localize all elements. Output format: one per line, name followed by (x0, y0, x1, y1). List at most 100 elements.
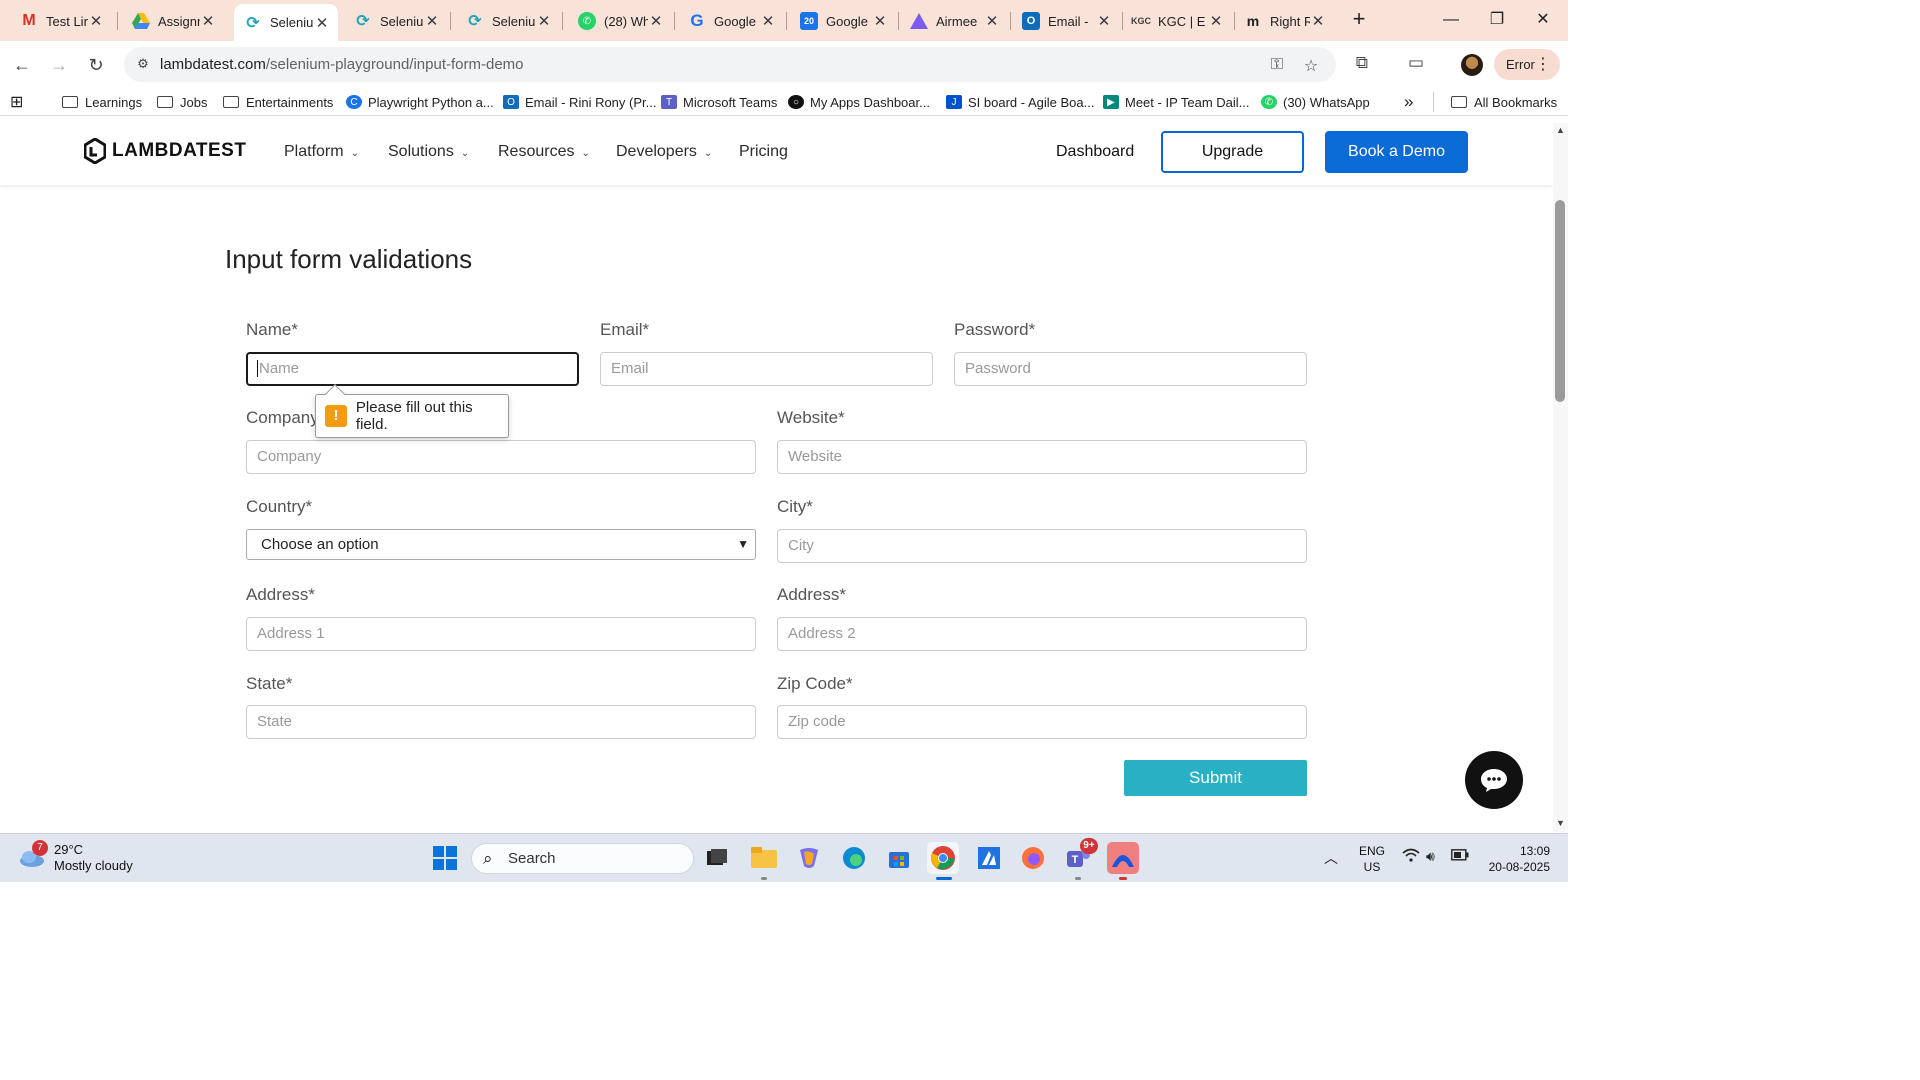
battery-icon[interactable] (1451, 848, 1469, 864)
tray-chevron-up-icon[interactable]: ︿ (1324, 848, 1338, 868)
browser-tab[interactable]: ✆ (28) Wh ✕ (562, 4, 672, 38)
restore-icon[interactable]: ❐ (1474, 6, 1520, 34)
browser-tab[interactable]: KGC KGC | E ✕ (1122, 4, 1232, 38)
scrollbar-thumb[interactable] (1555, 200, 1565, 402)
browser-tab[interactable]: O Email - ✕ (1010, 4, 1120, 38)
browser-tab[interactable]: ⟳ Seleniu ✕ (450, 4, 560, 38)
bookmark-folder-learnings[interactable]: Learnings (62, 92, 142, 112)
close-icon[interactable]: ✕ (1310, 12, 1326, 30)
taskbar-search[interactable]: ⌕ Search (471, 843, 694, 874)
azure-data-studio-icon[interactable] (973, 842, 1005, 874)
nav-pricing[interactable]: Pricing (739, 143, 788, 161)
nav-developers[interactable]: Developers ⌄ (616, 143, 712, 161)
wifi-icon[interactable] (1402, 848, 1420, 865)
language-indicator[interactable]: ENG US (1358, 843, 1386, 875)
nav-solutions[interactable]: Solutions ⌄ (388, 143, 469, 161)
browser-tab[interactable]: G Google ✕ (674, 4, 784, 38)
url-text[interactable]: lambdatest.com/selenium-playground/input… (160, 56, 524, 73)
browser-tab[interactable]: m Right R ✕ (1234, 4, 1334, 38)
address-bar[interactable]: ⚙ lambdatest.com/selenium-playground/inp… (124, 47, 1336, 82)
bookmark-email[interactable]: O Email - Rini Rony (Pr... (503, 92, 656, 112)
all-bookmarks-button[interactable]: All Bookmarks (1451, 92, 1557, 112)
browser-tab[interactable]: ⟳ Seleniu ✕ (338, 4, 448, 38)
browser-tab-active[interactable]: ⟳ Seleniu ✕ (234, 4, 338, 41)
bookmark-folder-entertainments[interactable]: Entertainments (223, 92, 333, 112)
website-input[interactable]: Website (777, 440, 1307, 474)
password-input[interactable]: Password (954, 352, 1307, 386)
avatar[interactable] (1461, 54, 1483, 76)
volume-icon[interactable]: 🔊︎ (1426, 848, 1435, 865)
chat-icon[interactable] (1465, 751, 1523, 809)
profile-error-label: Error (1506, 57, 1535, 72)
forward-arrow-icon[interactable]: → (45, 51, 73, 79)
bookmark-playwright[interactable]: C Playwright Python a... (346, 92, 494, 112)
extensions-puzzle-icon[interactable]: ⧉ (1350, 53, 1374, 77)
zip-label: Zip Code* (777, 674, 853, 693)
bookmark-whatsapp[interactable]: ✆ (30) WhatsApp (1261, 92, 1370, 112)
close-icon[interactable]: ✕ (424, 12, 440, 30)
scroll-down-arrow-icon[interactable]: ▼ (1554, 818, 1567, 828)
apps-grid-icon[interactable]: ⊞ (10, 92, 23, 112)
back-arrow-icon[interactable]: ← (8, 51, 36, 79)
bookmarks-overflow-chevron-icon[interactable]: » (1404, 92, 1413, 112)
state-input[interactable]: State (246, 705, 756, 739)
nav-platform[interactable]: Platform ⌄ (284, 143, 359, 161)
close-icon[interactable]: ✕ (314, 14, 330, 32)
close-icon[interactable]: ✕ (872, 12, 888, 30)
close-icon[interactable]: ✕ (88, 12, 104, 30)
close-icon[interactable]: ✕ (1096, 12, 1112, 30)
address2-input[interactable]: Address 2 (777, 617, 1307, 651)
chrome-icon[interactable] (927, 842, 959, 874)
windows-start-icon[interactable] (429, 842, 461, 874)
firefox-icon[interactable] (1017, 842, 1049, 874)
password-key-icon[interactable]: ⚿ (1266, 56, 1288, 74)
close-icon[interactable]: ✕ (984, 12, 1000, 30)
country-select[interactable]: Choose an option ▼ (246, 529, 756, 560)
bookmark-star-icon[interactable]: ☆ (1300, 56, 1322, 75)
submit-button[interactable]: Submit (1124, 760, 1307, 796)
browser-tab[interactable]: 20 Google ✕ (786, 4, 896, 38)
bookmark-teams[interactable]: T Microsoft Teams (661, 92, 777, 112)
tab-search-icon[interactable]: ▭ (1404, 53, 1428, 77)
vpn-app-icon[interactable] (1107, 842, 1139, 874)
reload-icon[interactable]: ↻ (82, 51, 110, 79)
email-input[interactable]: Email (600, 352, 933, 386)
dashboard-link[interactable]: Dashboard (1056, 143, 1134, 161)
address1-input[interactable]: Address 1 (246, 617, 756, 651)
nav-resources[interactable]: Resources ⌄ (498, 143, 590, 161)
profile-error-button[interactable]: Error ⋮ (1494, 49, 1560, 80)
upgrade-button[interactable]: Upgrade (1161, 131, 1304, 173)
scroll-up-arrow-icon[interactable]: ▲ (1554, 125, 1567, 135)
weather-widget[interactable]: 7 29°C Mostly cloudy (18, 840, 133, 874)
copilot-icon[interactable] (793, 842, 825, 874)
bookmark-folder-jobs[interactable]: Jobs (157, 92, 207, 112)
close-icon[interactable]: ✕ (200, 12, 216, 30)
browser-tab[interactable]: M Test Lin ✕ (0, 4, 112, 38)
browser-tab[interactable]: Airmee ✕ (898, 4, 1008, 38)
book-demo-button[interactable]: Book a Demo (1325, 131, 1468, 173)
taskbar-clock[interactable]: 13:09 20-08-2025 (1482, 843, 1550, 875)
new-tab-plus-icon[interactable]: + (1347, 8, 1371, 32)
task-view-icon[interactable] (701, 842, 733, 874)
close-icon[interactable]: ✕ (648, 12, 664, 30)
teams-icon[interactable]: T 9+ (1062, 838, 1098, 874)
file-explorer-icon[interactable] (748, 842, 780, 874)
company-input[interactable]: Company (246, 440, 756, 474)
lambdatest-logo[interactable]: LAMBDATEST (84, 138, 246, 164)
bookmark-my-apps[interactable]: ○ My Apps Dashboar... (788, 92, 930, 112)
close-icon[interactable]: ✕ (536, 12, 552, 30)
close-icon[interactable]: ✕ (760, 12, 776, 30)
browser-tab[interactable]: Assignm ✕ (112, 4, 224, 38)
minimize-icon[interactable]: — (1428, 6, 1474, 34)
close-icon[interactable]: ✕ (1208, 12, 1224, 30)
microsoft-store-icon[interactable] (883, 842, 915, 874)
bookmark-si-board[interactable]: J SI board - Agile Boa... (946, 92, 1094, 112)
bookmark-meet[interactable]: ▶ Meet - IP Team Dail... (1103, 92, 1250, 112)
edge-icon[interactable] (838, 842, 870, 874)
site-info-icon[interactable]: ⚙ (134, 55, 152, 73)
bookmark-label: (30) WhatsApp (1283, 94, 1370, 110)
zip-input[interactable]: Zip code (777, 705, 1307, 739)
window-close-icon[interactable]: ✕ (1520, 6, 1566, 34)
city-input[interactable]: City (777, 529, 1307, 563)
name-input[interactable]: Name (246, 352, 579, 386)
